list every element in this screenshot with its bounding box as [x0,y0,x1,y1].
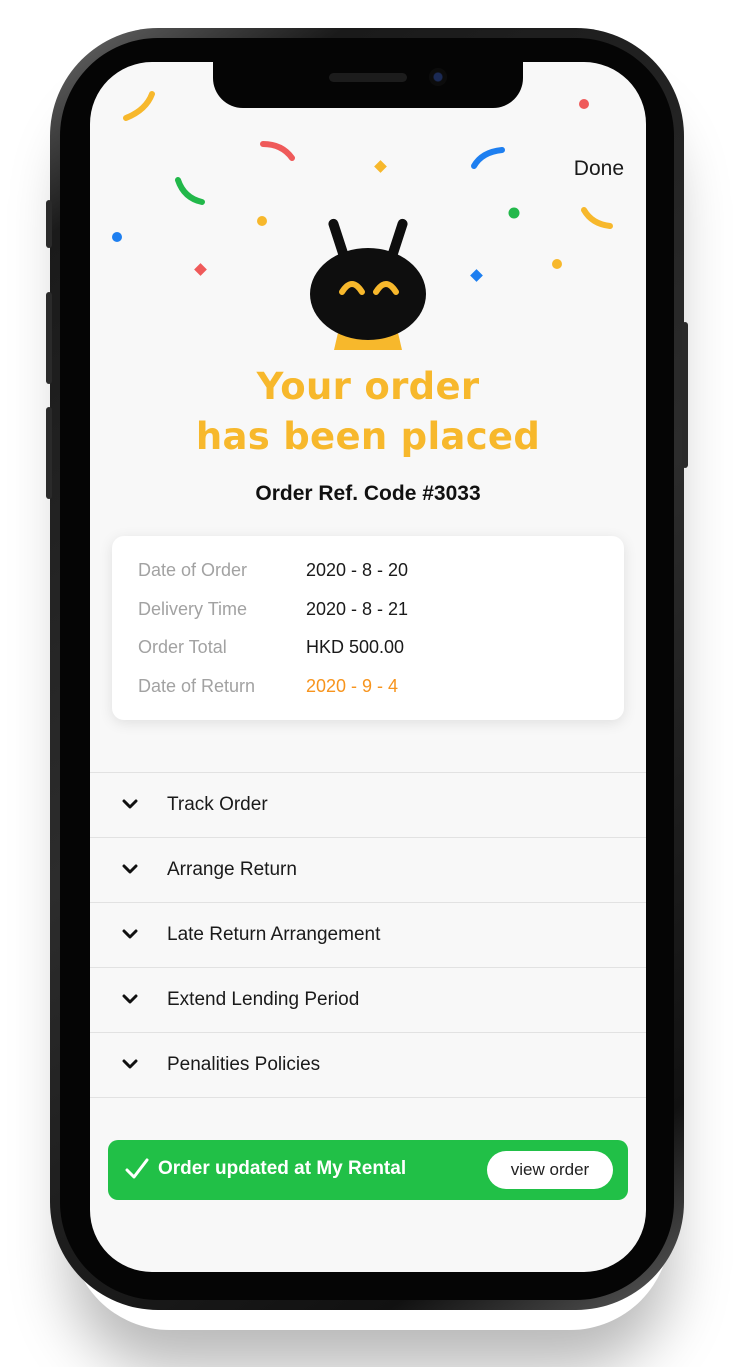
chevron-down-icon [122,864,138,874]
accordion-item-extend-lending[interactable]: Extend Lending Period [90,967,646,1032]
power-button [682,322,688,468]
detail-label: Delivery Time [138,599,248,619]
view-order-button[interactable]: view order [487,1151,613,1189]
banner-message: Order updated at My Rental [158,1158,407,1179]
mascot-icon [310,218,426,350]
accordion-item-label: Penalities Policies [167,1054,321,1075]
order-ref-code: Order Ref. Code #3033 [255,482,481,505]
done-button[interactable]: Done [574,157,624,181]
heading-line-1: Your order [256,365,480,408]
accordion-item-label: Arrange Return [167,859,297,880]
detail-label: Date of Order [138,560,248,580]
check-icon [125,1158,149,1179]
detail-value-return-date: 2020 - 9 - 4 [306,676,399,696]
order-placed-heading: Your order has been placed [90,362,646,462]
heading-line-2: has been placed [195,415,541,458]
volume-down-button [46,407,52,499]
accordion-item-late-return[interactable]: Late Return Arrangement [90,902,646,967]
chevron-down-icon [122,1059,138,1069]
accordion-item-label: Extend Lending Period [167,989,360,1010]
detail-value: HKD 500.00 [306,637,405,657]
mute-switch [46,200,52,248]
detail-value: 2020 - 8 - 20 [306,560,409,580]
speaker-grille [329,73,407,82]
chevron-down-icon [122,994,138,1004]
detail-value: 2020 - 8 - 21 [306,599,409,619]
detail-label: Date of Return [138,676,256,696]
volume-up-button [46,292,52,384]
accordion-item-track-order[interactable]: Track Order [90,772,646,837]
accordion-item-arrange-return[interactable]: Arrange Return [90,837,646,902]
chevron-down-icon [122,929,138,939]
accordion-item-label: Track Order [167,794,268,815]
order-actions-list: Track Order Arrange Return Late Return A… [90,772,646,1098]
accordion-item-label: Late Return Arrangement [167,924,381,945]
detail-label: Order Total [138,637,227,657]
screen: Done Your order has been placed Order Re… [90,62,646,1272]
order-updated-banner: Order updated at My Rental view order [108,1140,628,1200]
accordion-item-penalities-policies[interactable]: Penalities Policies [90,1032,646,1098]
chevron-down-icon [122,799,138,809]
notch [213,62,523,108]
order-details-card: Date of Order 2020 - 8 - 20 Delivery Tim… [112,536,624,720]
front-camera-icon [429,68,447,86]
